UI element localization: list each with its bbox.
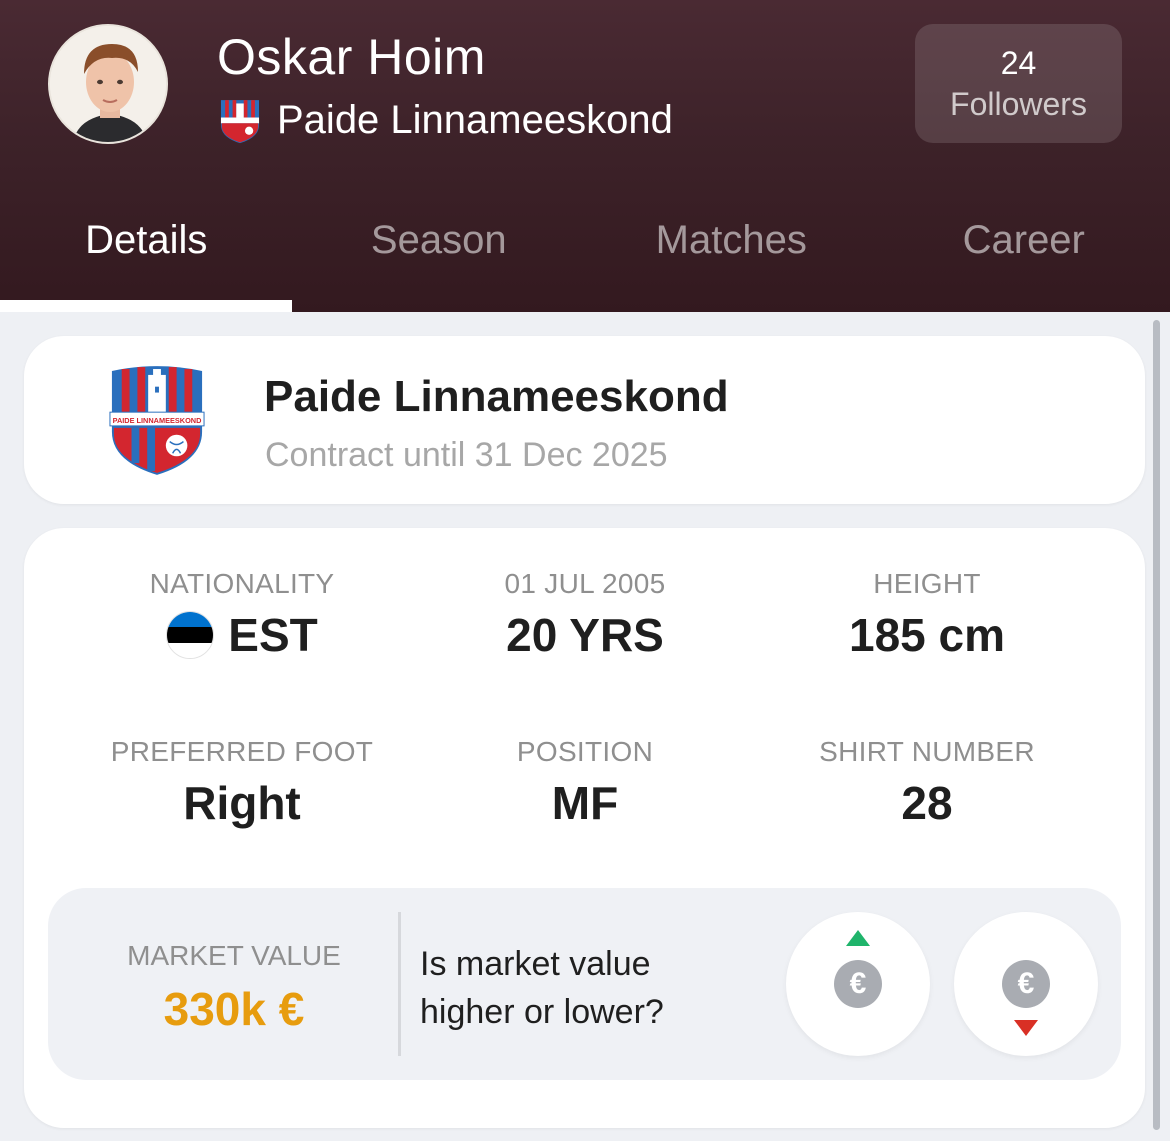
stat-nationality: NATIONALITY EST <box>72 568 412 662</box>
market-value-label: MARKET VALUE <box>127 940 341 971</box>
stat-position: POSITION MF <box>415 736 755 830</box>
player-name: Oskar Hoim <box>217 29 486 85</box>
stat-preferred-foot: PREFERRED FOOT Right <box>72 736 412 830</box>
crest-text: PAIDE LINNAMEESKOND <box>113 416 202 425</box>
vote-higher-button[interactable]: € <box>786 912 930 1056</box>
tab-details[interactable]: Details <box>0 200 293 312</box>
contract-club-name: Paide Linnameeskond <box>264 372 729 421</box>
followers-count: 24 <box>1000 44 1037 81</box>
club-name: Paide Linnameeskond <box>277 97 673 142</box>
vote-lower-button[interactable]: € <box>954 912 1098 1056</box>
position-label: POSITION <box>516 736 654 767</box>
foot-value: Right <box>183 777 301 829</box>
club-link[interactable]: Paide Linnameeskond <box>219 96 673 144</box>
shirt-value: 28 <box>901 777 953 829</box>
tab-bar: Details Season Matches Career <box>0 200 1170 312</box>
market-value-amount: 330k € <box>163 983 305 1035</box>
divider <box>398 912 401 1056</box>
arrow-down-icon <box>1014 1020 1038 1036</box>
club-crest-icon: PAIDE LINNAMEESKOND <box>109 366 205 475</box>
market-value-box: MARKET VALUE 330k € Is market value high… <box>48 888 1121 1080</box>
stat-age: 01 JUL 2005 20 YRS <box>415 568 755 662</box>
birth-date: 01 JUL 2005 <box>504 568 666 599</box>
active-tab-indicator <box>0 300 292 312</box>
nationality-value: EST <box>228 609 318 661</box>
euro-coin-icon: € <box>834 960 882 1008</box>
age-value: 20 YRS <box>506 609 664 661</box>
club-crest-icon <box>220 100 260 144</box>
height-value: 185 cm <box>848 609 1005 661</box>
followers-button[interactable]: 24 Followers <box>915 24 1122 143</box>
stat-height: HEIGHT 185 cm <box>757 568 1097 662</box>
tab-matches[interactable]: Matches <box>585 200 878 312</box>
arrow-up-icon <box>846 930 870 946</box>
player-avatar <box>48 24 168 144</box>
profile-header: Oskar Hoim Paide Linnameeskond 24 Follow… <box>0 0 1170 312</box>
height-label: HEIGHT <box>873 568 981 599</box>
shirt-label: SHIRT NUMBER <box>819 736 1035 767</box>
estonia-flag-icon <box>166 611 215 659</box>
position-value: MF <box>551 777 619 829</box>
contract-expiry: Contract until 31 Dec 2025 <box>265 436 668 474</box>
scrollbar[interactable] <box>1153 320 1160 1130</box>
nationality-label: NATIONALITY <box>149 568 335 599</box>
market-value-question: Is market value higher or lower? <box>420 945 664 1031</box>
followers-label: Followers <box>950 85 1087 122</box>
tab-season[interactable]: Season <box>293 200 586 312</box>
tab-career[interactable]: Career <box>878 200 1170 312</box>
stat-shirt-number: SHIRT NUMBER 28 <box>757 736 1097 830</box>
player-details-card: NATIONALITY EST 01 JUL 2005 20 YRS HEIGH… <box>24 528 1145 1128</box>
contract-card[interactable]: PAIDE LINNAMEESKOND Paide Linnameeskond … <box>24 336 1145 504</box>
foot-label: PREFERRED FOOT <box>110 736 374 767</box>
euro-coin-icon: € <box>1002 960 1050 1008</box>
